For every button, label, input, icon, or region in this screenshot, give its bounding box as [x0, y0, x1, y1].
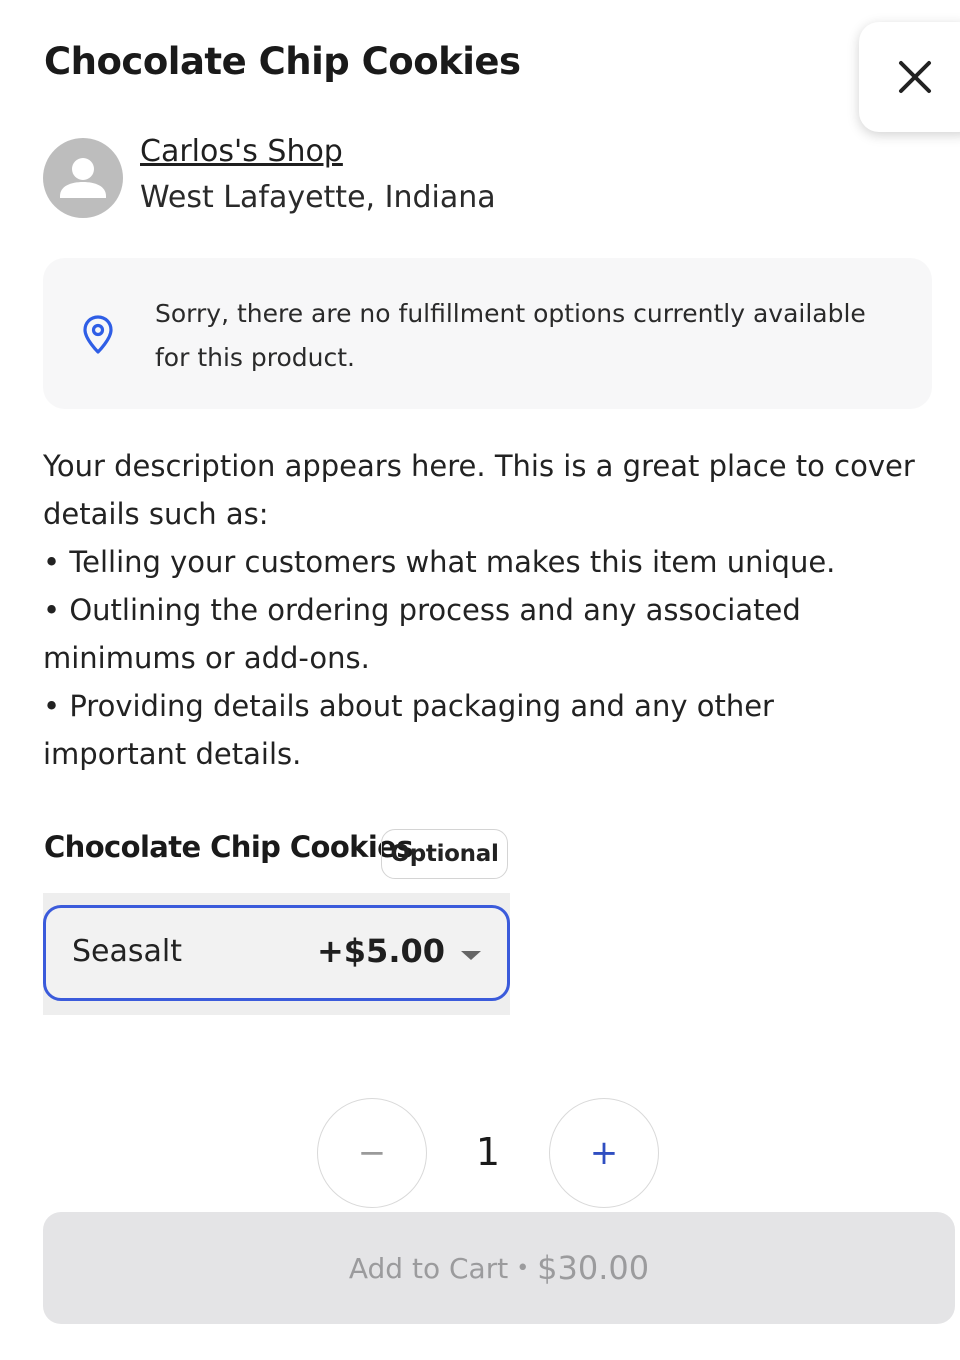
description-line: • Outlining the ordering process and any…: [43, 593, 801, 675]
close-button[interactable]: [859, 22, 960, 132]
fulfillment-notice: Sorry, there are no fulfillment options …: [43, 258, 932, 409]
quantity-increase-button[interactable]: +: [549, 1098, 659, 1208]
add-to-cart-button[interactable]: Add to Cart • $30.00: [43, 1212, 955, 1324]
optional-badge: Optional: [381, 829, 508, 879]
option-select[interactable]: Seasalt +$5.00: [43, 905, 510, 1001]
map-pin-icon: [83, 315, 113, 354]
caret-down-icon: [461, 951, 481, 960]
option-selected-value: Seasalt: [72, 934, 182, 969]
product-description: Your description appears here. This is a…: [43, 442, 923, 778]
quantity-value: 1: [475, 1130, 501, 1174]
add-to-cart-price: $30.00: [537, 1249, 650, 1287]
quantity-decrease-button[interactable]: −: [317, 1098, 427, 1208]
description-line: Your description appears here. This is a…: [43, 449, 915, 531]
shop-name-link[interactable]: Carlos's Shop: [140, 134, 343, 169]
add-to-cart-label: Add to Cart: [348, 1251, 509, 1285]
product-title: Chocolate Chip Cookies: [44, 40, 521, 83]
notice-text: Sorry, there are no fulfillment options …: [155, 299, 866, 372]
option-title: Chocolate Chip Cookies: [44, 830, 414, 864]
add-to-cart-separator: •: [516, 1255, 530, 1281]
close-icon: [899, 61, 931, 93]
option-select-container: Seasalt +$5.00: [43, 893, 510, 1015]
person-icon: [60, 158, 106, 198]
plus-icon: +: [589, 1133, 619, 1173]
description-line: • Telling your customers what makes this…: [43, 545, 836, 579]
description-line: • Providing details about packaging and …: [43, 689, 774, 771]
shop-avatar: [43, 138, 123, 218]
minus-icon: −: [357, 1133, 387, 1173]
option-price: +$5.00: [316, 932, 445, 970]
shop-location: West Lafayette, Indiana: [140, 180, 496, 215]
